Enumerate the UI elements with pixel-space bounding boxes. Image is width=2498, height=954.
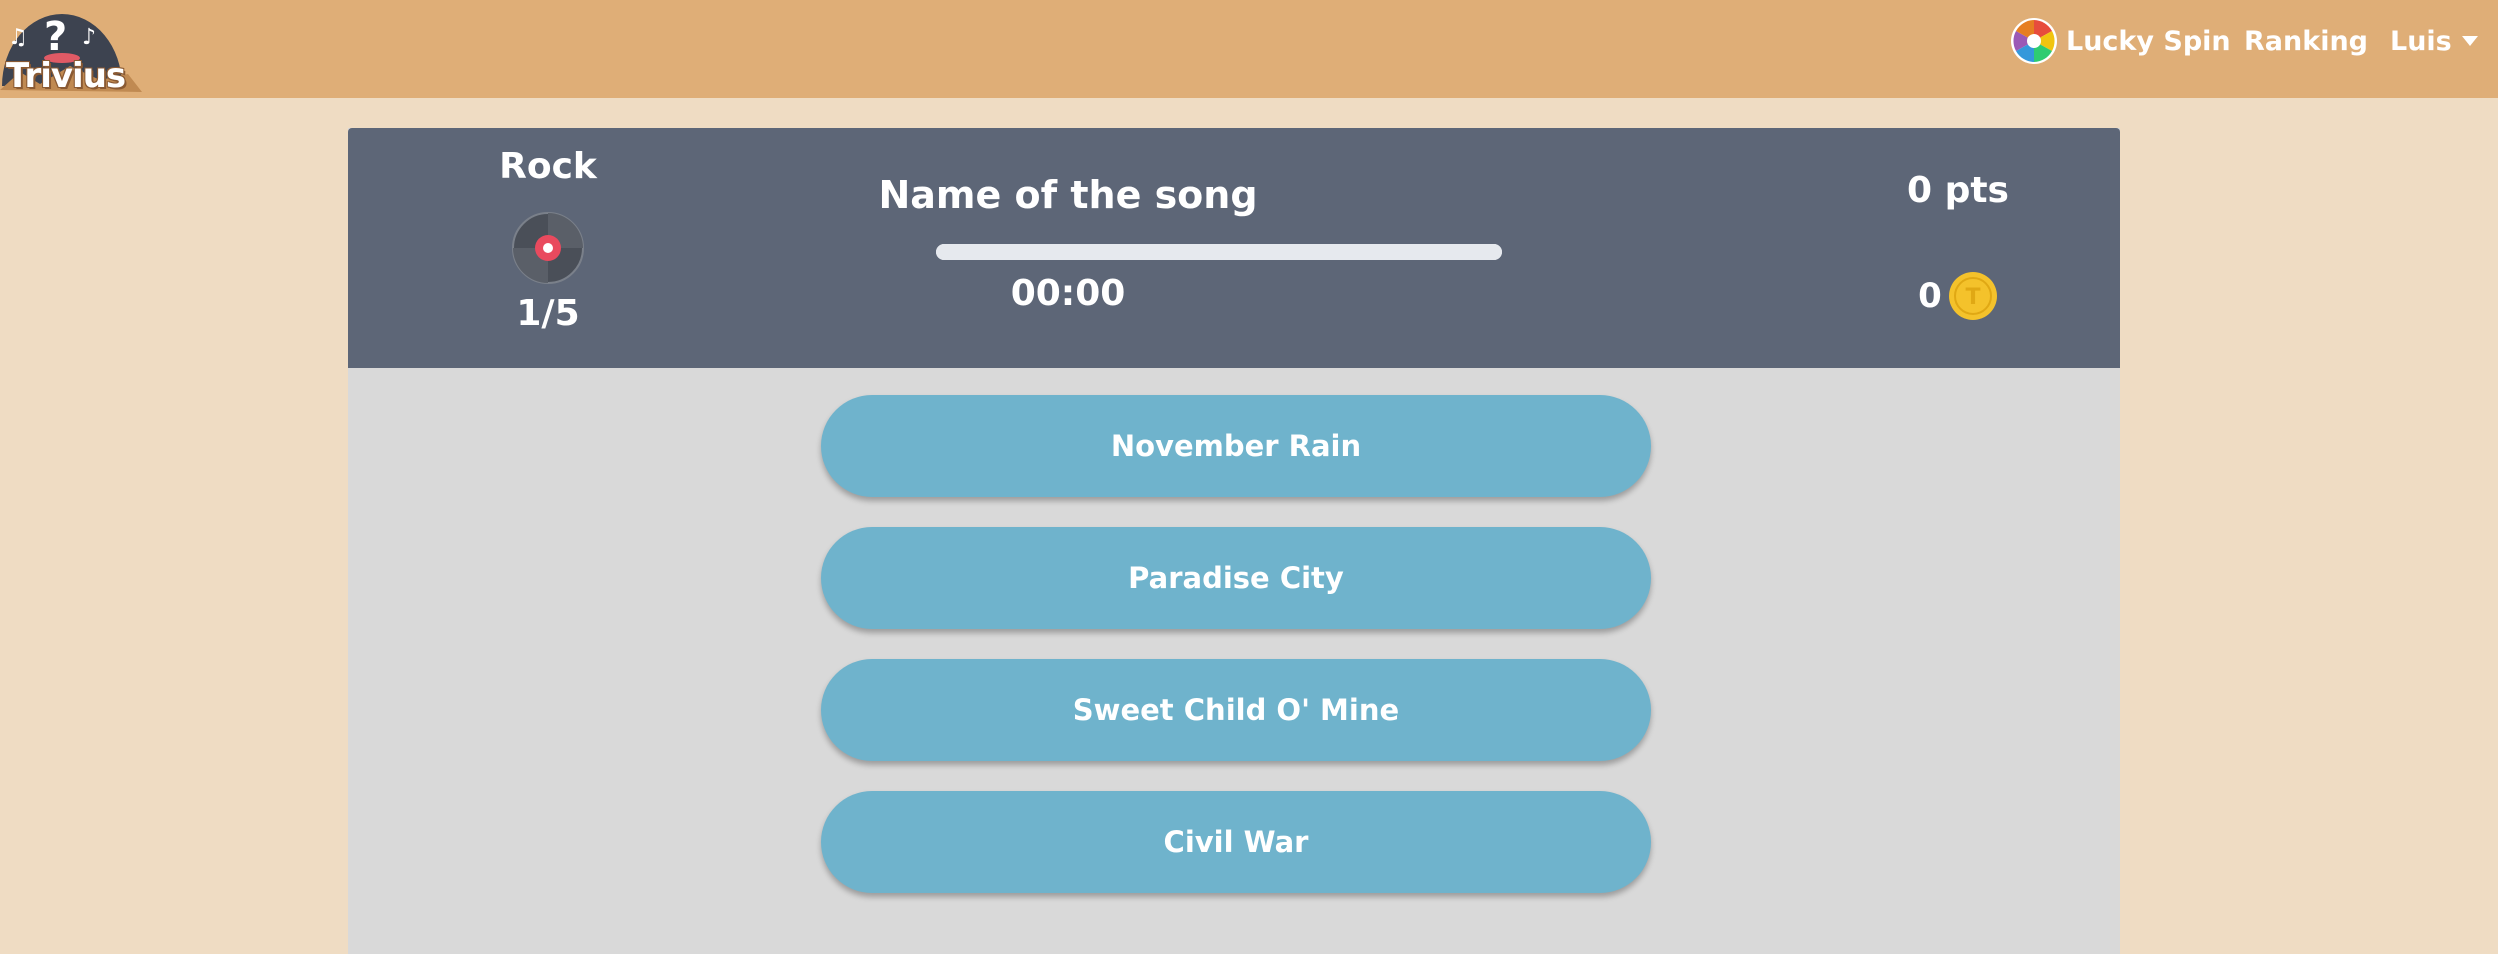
- coin-count: 0: [1918, 276, 1942, 316]
- ranking-link[interactable]: Ranking: [2244, 0, 2368, 82]
- answer-button-1[interactable]: November Rain: [821, 395, 1651, 497]
- chevron-down-icon: [2461, 36, 2478, 46]
- question-progress: 1/5: [516, 293, 580, 334]
- answer-button-3[interactable]: Sweet Child O' Mine: [821, 659, 1651, 761]
- question-text: Name of the song: [878, 173, 1258, 217]
- answer-label: November Rain: [1110, 429, 1362, 463]
- svg-text:♪: ♪: [82, 25, 96, 50]
- lucky-spin-label: Lucky Spin: [2066, 25, 2231, 57]
- trivius-logo[interactable]: ♫ ? ♪ Trivius: [0, 6, 142, 96]
- answer-button-2[interactable]: Paradise City: [821, 527, 1651, 629]
- vinyl-record-icon: [512, 212, 584, 284]
- game-panel: Rock 1/5 Name of the song 00:00 0 pts 0 …: [348, 128, 2120, 954]
- coin-icon: T: [1948, 272, 1997, 320]
- answer-label: Sweet Child O' Mine: [1072, 693, 1400, 727]
- user-name: Luis: [2390, 25, 2452, 57]
- coins-display: 0 T: [1858, 271, 2058, 321]
- ranking-label: Ranking: [2244, 25, 2368, 57]
- wheel-icon: [2011, 18, 2057, 64]
- svg-text:T: T: [1965, 285, 1980, 310]
- navbar: ♫ ? ♪ Trivius Lucky Spin Ranking Luis: [0, 0, 2498, 98]
- answer-label: Paradise City: [1128, 561, 1344, 595]
- logo-text: Trivius: [6, 56, 126, 96]
- timer-text: 00:00: [1010, 273, 1126, 314]
- svg-text:♫: ♫: [8, 25, 28, 50]
- question-header: Rock 1/5 Name of the song 00:00 0 pts 0 …: [348, 128, 2120, 368]
- lucky-spin-link[interactable]: Lucky Spin: [2010, 0, 2231, 82]
- answer-button-4[interactable]: Civil War: [821, 791, 1651, 893]
- timer-bar-fill: [936, 244, 1502, 260]
- timer-bar: [936, 244, 1502, 260]
- answer-label: Civil War: [1163, 825, 1309, 859]
- user-dropdown[interactable]: Luis: [2390, 0, 2478, 82]
- points-display: 0 pts: [1907, 170, 2009, 211]
